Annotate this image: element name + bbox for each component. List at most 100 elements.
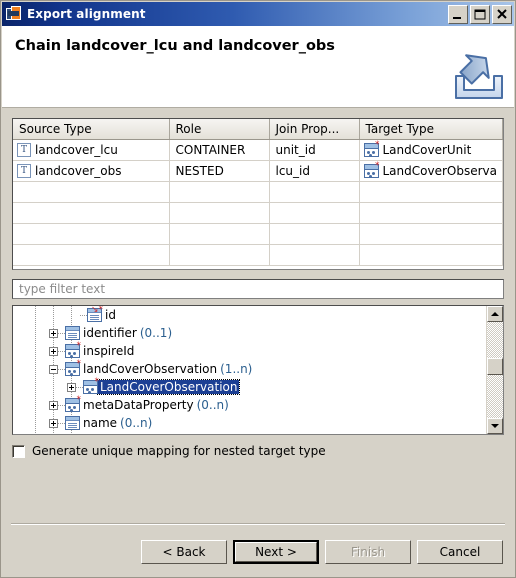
- tree-connector: [58, 368, 65, 370]
- cell-role: NESTED: [169, 160, 270, 182]
- target-type-label: LandCoverObserva: [382, 164, 498, 178]
- tree-item-label: id: [105, 308, 116, 322]
- cell-empty: [13, 181, 170, 203]
- tree-item-label: name: [83, 416, 118, 430]
- tree-connector: [80, 314, 87, 316]
- tree-item-cardinality: (0..1): [139, 326, 173, 340]
- complex-type-icon: *: [65, 396, 81, 412]
- column-header-target-type[interactable]: Target Type: [359, 119, 503, 140]
- window-controls: [448, 4, 512, 24]
- tree-item-cardinality: (1..n): [220, 362, 253, 376]
- table-row[interactable]: T landcover_obs NESTED lcu_id * LandCove…: [13, 160, 503, 182]
- cancel-button[interactable]: Cancel: [417, 540, 503, 564]
- cell-empty: [269, 202, 360, 224]
- target-schema-tree[interactable]: ↘* id identifier (0..1) * inspireId * la…: [12, 305, 504, 435]
- complex-type-icon: *: [363, 162, 380, 178]
- generate-unique-mapping-row[interactable]: Generate unique mapping for nested targe…: [12, 444, 504, 458]
- expand-plus-icon[interactable]: [49, 346, 58, 356]
- tree-connector: [76, 386, 83, 388]
- tree-item-landcoverobservation[interactable]: * landCoverObservation (1..n): [13, 360, 486, 378]
- dialog-body: Source Type Role Join Prop... Target Typ…: [2, 108, 514, 577]
- next-button[interactable]: Next >: [233, 540, 319, 564]
- source-type-label: landcover_lcu: [35, 143, 118, 157]
- column-header-source-type[interactable]: Source Type: [13, 119, 170, 140]
- cell-target-type: * LandCoverUnit: [359, 139, 503, 161]
- wizard-button-bar: < Back Next > Finish Cancel: [2, 527, 514, 577]
- table-row[interactable]: T landcover_lcu CONTAINER unit_id * Land…: [13, 139, 503, 161]
- maximize-icon[interactable]: [470, 4, 490, 24]
- column-header-join-property[interactable]: Join Prop...: [269, 119, 360, 140]
- collapse-minus-icon[interactable]: [49, 364, 58, 374]
- tree-item-metadataproperty[interactable]: * metaDataProperty (0..n): [13, 396, 486, 414]
- complex-type-icon: *: [65, 342, 81, 358]
- tree-content[interactable]: ↘* id identifier (0..1) * inspireId * la…: [13, 306, 486, 434]
- cell-empty: [13, 244, 170, 266]
- tree-item-cardinality: (0..n): [196, 398, 229, 412]
- expand-plus-icon[interactable]: [49, 328, 58, 338]
- cell-join-property: unit_id: [269, 139, 360, 161]
- cell-empty: [269, 223, 360, 245]
- generate-unique-mapping-checkbox[interactable]: [12, 444, 25, 458]
- minimize-icon[interactable]: [448, 4, 468, 24]
- table-empty-row[interactable]: [13, 181, 503, 203]
- cell-empty: [359, 244, 503, 266]
- column-header-role[interactable]: Role: [169, 119, 270, 140]
- tree-item-label-selected: LandCoverObservation: [96, 379, 241, 395]
- scrollbar-thumb[interactable]: [487, 358, 503, 376]
- cell-empty: [169, 223, 270, 245]
- table-empty-row[interactable]: [13, 223, 503, 245]
- scroll-down-icon[interactable]: [487, 418, 503, 434]
- expand-plus-icon[interactable]: [67, 382, 76, 392]
- wizard-header: Chain landcover_lcu and landcover_obs: [2, 26, 514, 108]
- alignment-table[interactable]: Source Type Role Join Prop... Target Typ…: [12, 118, 504, 270]
- table-empty-row[interactable]: [13, 202, 503, 224]
- cell-empty: [169, 181, 270, 203]
- expand-plus-icon[interactable]: [49, 418, 58, 428]
- cell-source-type: T landcover_lcu: [13, 139, 170, 161]
- table-type-icon: T: [17, 143, 31, 157]
- table-empty-row[interactable]: [13, 244, 503, 266]
- page-title: Chain landcover_lcu and landcover_obs: [15, 38, 335, 54]
- window-title: Export alignment: [27, 7, 146, 21]
- tree-item-name[interactable]: name (0..n): [13, 414, 486, 432]
- generate-unique-mapping-label: Generate unique mapping for nested targe…: [32, 444, 326, 458]
- attribute-icon: ↘*: [87, 306, 103, 322]
- cell-empty: [359, 223, 503, 245]
- complex-type-icon: *: [83, 378, 99, 394]
- export-wizard-icon: [452, 52, 506, 104]
- cell-empty: [269, 181, 360, 203]
- tree-connector: [58, 350, 65, 352]
- tree-vertical-scrollbar[interactable]: [486, 306, 503, 434]
- scrollbar-track[interactable]: [487, 322, 503, 418]
- cell-join-property: lcu_id: [269, 160, 360, 182]
- tree-item-label: inspireId: [83, 344, 135, 358]
- titlebar[interactable]: Export alignment: [2, 2, 514, 26]
- export-alignment-icon: [6, 6, 22, 22]
- cell-target-type: * LandCoverObserva: [359, 160, 503, 182]
- tree-item-identifier[interactable]: identifier (0..1): [13, 324, 486, 342]
- tree-connector: [58, 422, 65, 424]
- cell-empty: [169, 202, 270, 224]
- tree-item-label: metaDataProperty: [83, 398, 194, 412]
- tree-item-inspireid[interactable]: * inspireId: [13, 342, 486, 360]
- complex-type-icon: *: [363, 141, 380, 157]
- filter-field[interactable]: [12, 279, 504, 299]
- cell-empty: [13, 223, 170, 245]
- next-button-label: Next >: [235, 542, 317, 562]
- cell-empty: [169, 244, 270, 266]
- back-button[interactable]: < Back: [141, 540, 227, 564]
- cell-source-type: T landcover_obs: [13, 160, 170, 182]
- tree-connector: [58, 332, 65, 334]
- expand-plus-icon[interactable]: [49, 400, 58, 410]
- scroll-up-icon[interactable]: [487, 306, 503, 322]
- tree-item-label: identifier: [83, 326, 137, 340]
- close-icon[interactable]: [492, 4, 512, 24]
- complex-type-icon: *: [65, 360, 81, 376]
- tree-item-id[interactable]: ↘* id: [13, 306, 486, 324]
- element-icon: [65, 326, 80, 340]
- export-alignment-dialog: Export alignment Chain landcover_lcu and…: [0, 0, 516, 578]
- tree-item-cardinality: (0..n): [120, 416, 153, 430]
- search-input[interactable]: [17, 281, 499, 297]
- cell-empty: [13, 202, 170, 224]
- tree-item-landcoverobservation-type[interactable]: * LandCoverObservation: [13, 378, 486, 396]
